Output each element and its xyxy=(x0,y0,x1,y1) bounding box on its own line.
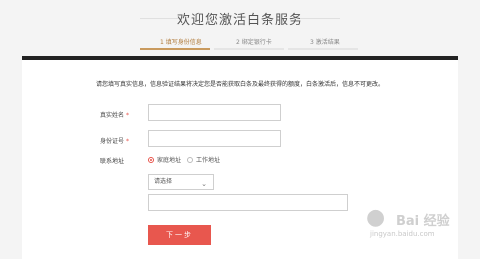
name-input[interactable] xyxy=(148,104,281,121)
radio-work-address[interactable]: 工作地址 xyxy=(187,155,220,164)
next-step-button[interactable]: 下一步 xyxy=(148,225,211,245)
step-3-bar xyxy=(288,48,358,50)
step-1: 1 填写身份信息 xyxy=(160,39,202,46)
page-title: 欢迎您激活白条服务 xyxy=(176,13,303,28)
step-2: 2 绑定银行卡 xyxy=(236,39,272,46)
name-label: 真实姓名 * xyxy=(100,112,130,119)
form-notice: 请您填写真实信息，信息验证结果将决定您是否能获取白条及最终获得的额度，白条激活后… xyxy=(96,81,385,88)
chevron-down-icon: ⌄ xyxy=(201,180,207,188)
title-divider-right xyxy=(300,18,340,19)
step-2-bar xyxy=(214,48,284,50)
id-label: 身份证号 * xyxy=(100,138,130,145)
radio-home-address[interactable]: 家庭地址 xyxy=(148,155,181,164)
region-select-value: 请选择 xyxy=(154,178,173,185)
radio-unchecked-icon xyxy=(187,156,193,163)
watermark-url: jingyan.baidu.com xyxy=(370,230,435,238)
id-number-input[interactable] xyxy=(148,130,281,147)
region-select[interactable]: 请选择 ⌄ xyxy=(148,174,214,190)
page-header: 欢迎您激活白条服务 1 填写身份信息 2 绑定银行卡 3 激活结果 xyxy=(0,0,480,58)
watermark-brand: Bai 经验 xyxy=(396,214,450,229)
baidu-watermark: ● Bai 经验 jingyan.baidu.com xyxy=(366,204,466,248)
step-3: 3 激活结果 xyxy=(310,39,340,46)
required-mark: * xyxy=(126,112,130,119)
required-mark: * xyxy=(126,138,130,145)
address-label: 联系地址 xyxy=(100,158,125,165)
step-1-bar xyxy=(140,48,210,50)
radio-checked-icon xyxy=(148,156,154,163)
detail-address-input[interactable] xyxy=(148,194,348,211)
baidu-paw-icon: ● xyxy=(366,204,386,230)
radio-work-label: 工作地址 xyxy=(196,157,221,164)
progress-steps: 1 填写身份信息 2 绑定银行卡 3 激活结果 xyxy=(0,37,480,47)
radio-home-label: 家庭地址 xyxy=(157,157,182,164)
